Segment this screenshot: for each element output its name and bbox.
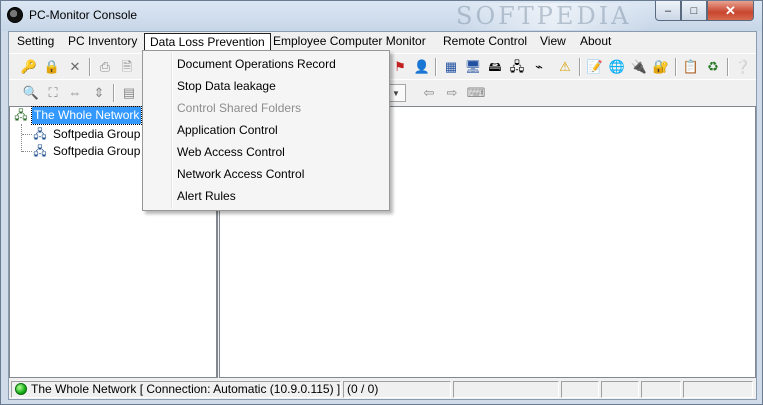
menu-item-document-operations-record[interactable]: Document Operations Record bbox=[143, 53, 389, 75]
menu-employee-computer-monitor[interactable]: Employee Computer Monitor bbox=[267, 33, 432, 51]
menu-item-alert-rules[interactable]: Alert Rules bbox=[143, 185, 389, 207]
computer-icon[interactable]: 🖥 bbox=[463, 57, 483, 76]
menu-bar: Setting PC Inventory Data Loss Preventio… bbox=[9, 32, 756, 52]
lock-user-icon[interactable]: 🔒 bbox=[42, 57, 62, 76]
help-icon[interactable]: ❔ bbox=[733, 57, 753, 76]
clipboard-icon[interactable]: 📋 bbox=[681, 57, 701, 76]
user-key-icon[interactable]: 🔑 bbox=[19, 57, 39, 76]
zoom-icon[interactable]: 🔍 bbox=[21, 83, 41, 102]
group-icon: 🖧 bbox=[33, 126, 47, 141]
keyboard-icon[interactable]: ⌨ bbox=[466, 83, 486, 102]
fit-icon[interactable]: ⛶ bbox=[43, 83, 63, 102]
status-count: (0 / 0) bbox=[343, 381, 451, 398]
tree-item-label: The Whole Network bbox=[30, 106, 143, 125]
plug-icon[interactable]: 🔌 bbox=[629, 57, 649, 76]
toolbar-separator bbox=[435, 58, 437, 76]
minimize-button[interactable]: – bbox=[655, 1, 681, 21]
menu-about[interactable]: About bbox=[574, 33, 617, 51]
flag-icon[interactable]: ⚑ bbox=[390, 57, 410, 76]
menu-item-stop-data-leakage[interactable]: Stop Data leakage bbox=[143, 75, 389, 97]
window-title: PC-Monitor Console bbox=[29, 8, 138, 22]
fit-width-icon[interactable]: ⇔ bbox=[65, 83, 85, 102]
tree-item-label: Softpedia Group 2 bbox=[53, 144, 151, 158]
fit-height-icon[interactable]: ⇕ bbox=[89, 83, 109, 102]
usb-icon[interactable]: ⌁ bbox=[529, 57, 549, 76]
maximize-button[interactable]: □ bbox=[681, 1, 707, 21]
toolbar-separator bbox=[727, 58, 729, 76]
lock-icon[interactable]: 🔐 bbox=[651, 57, 671, 76]
close-button[interactable]: ✕ bbox=[707, 1, 754, 21]
print-preview-icon[interactable]: 🗎 bbox=[117, 57, 137, 76]
forward-arrow-icon[interactable]: ⇨ bbox=[442, 83, 462, 102]
status-connection: The Whole Network [ Connection: Automati… bbox=[11, 381, 341, 398]
back-arrow-icon[interactable]: ⇦ bbox=[419, 83, 439, 102]
maximize-icon: □ bbox=[690, 4, 698, 17]
menu-setting[interactable]: Setting bbox=[11, 33, 60, 51]
data-loss-prevention-menu: Document Operations Record Stop Data lea… bbox=[142, 50, 390, 211]
menu-item-network-access-control[interactable]: Network Access Control bbox=[143, 163, 389, 185]
refresh-icon[interactable]: ♻ bbox=[703, 57, 723, 76]
status-panel bbox=[683, 381, 753, 398]
menu-view[interactable]: View bbox=[534, 33, 572, 51]
status-panel bbox=[641, 381, 681, 398]
list-view-icon[interactable]: ▦ bbox=[441, 57, 461, 76]
chevron-down-icon: ▼ bbox=[392, 88, 400, 98]
app-window: PC-Monitor Console SOFTPEDIA – □ ✕ Setti… bbox=[0, 0, 763, 405]
minimize-icon: – bbox=[664, 4, 672, 17]
network-icon[interactable]: 🖧 bbox=[507, 57, 527, 76]
status-panel bbox=[601, 381, 639, 398]
delete-icon[interactable]: ✕ bbox=[65, 57, 85, 76]
grid-icon[interactable]: ▤ bbox=[119, 83, 139, 102]
menu-item-web-access-control[interactable]: Web Access Control bbox=[143, 141, 389, 163]
tree-connector bbox=[21, 124, 22, 152]
group-icon: 🖧 bbox=[33, 143, 47, 158]
tree-item-label: Softpedia Group 1 bbox=[53, 127, 151, 141]
toolbar-separator bbox=[675, 58, 677, 76]
globe-icon[interactable]: 🌐 bbox=[607, 57, 627, 76]
hardware-icon[interactable]: 🖴 bbox=[485, 57, 505, 76]
close-icon: ✕ bbox=[725, 2, 736, 18]
status-panel bbox=[453, 381, 559, 398]
status-bar: The Whole Network [ Connection: Automati… bbox=[9, 379, 756, 399]
menu-item-control-shared-folders: Control Shared Folders bbox=[177, 101, 302, 115]
network-root-icon: 🖧 bbox=[14, 107, 28, 122]
search-user-icon[interactable]: 👤 bbox=[412, 57, 432, 76]
toolbar-separator bbox=[579, 58, 581, 76]
status-connection-text: The Whole Network [ Connection: Automati… bbox=[31, 382, 341, 396]
title-bar[interactable]: PC-Monitor Console SOFTPEDIA – □ ✕ bbox=[1, 1, 762, 31]
print-icon[interactable]: ⎙ bbox=[95, 57, 115, 76]
menu-remote-control[interactable]: Remote Control bbox=[437, 33, 533, 51]
toolbar-separator bbox=[113, 84, 115, 102]
connection-status-icon bbox=[15, 383, 27, 395]
toolbar-separator bbox=[89, 58, 91, 76]
status-count-text: (0 / 0) bbox=[347, 382, 379, 396]
notes-icon[interactable]: 📝 bbox=[585, 57, 605, 76]
app-logo-icon[interactable] bbox=[7, 7, 23, 23]
menu-item-application-control[interactable]: Application Control bbox=[143, 119, 389, 141]
watermark-logo: SOFTPEDIA bbox=[456, 3, 651, 30]
menu-data-loss-prevention[interactable]: Data Loss Prevention bbox=[144, 33, 271, 51]
menu-pc-inventory[interactable]: PC Inventory bbox=[62, 33, 143, 51]
warning-icon[interactable]: ⚠ bbox=[555, 57, 575, 76]
status-panel bbox=[561, 381, 599, 398]
